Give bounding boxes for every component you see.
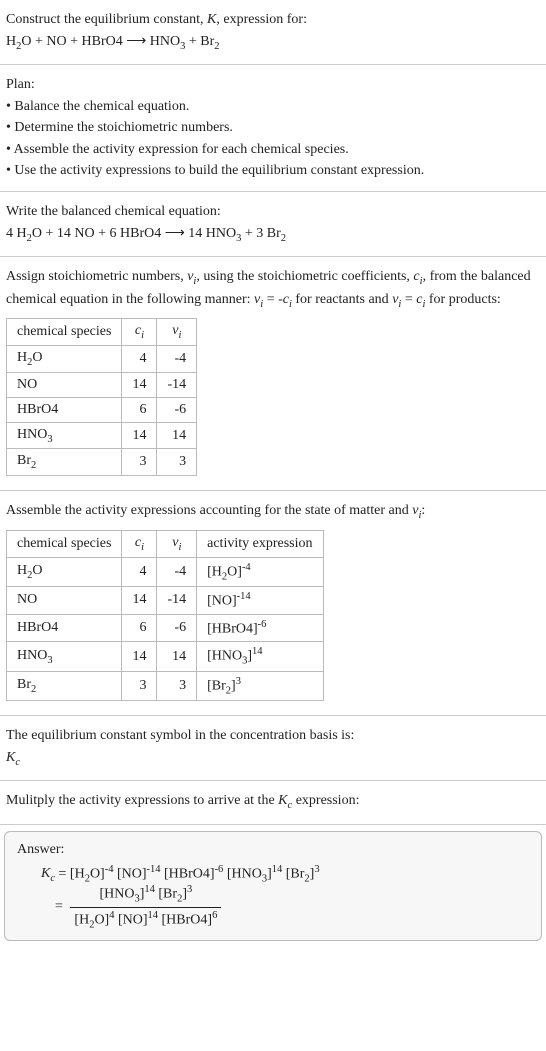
- cell-vi: -4: [157, 557, 197, 586]
- cell-ci: 4: [122, 557, 157, 586]
- cell-species: HBrO4: [7, 614, 122, 642]
- cell-vi: 14: [157, 642, 197, 671]
- stoich-header-ci: ci: [122, 319, 157, 346]
- cell-ci: 14: [122, 422, 157, 449]
- cell-species: NO: [7, 587, 122, 615]
- table-row: HNO3 14 14 [HNO3]14: [7, 642, 324, 671]
- answer-formula: Kc = [H2O]-4 [NO]-14 [HBrO4]-6 [HNO3]14 …: [17, 864, 529, 930]
- activity-section: Assemble the activity expressions accoun…: [0, 491, 546, 716]
- cell-vi: 14: [157, 422, 197, 449]
- cell-vi: -6: [157, 397, 197, 422]
- table-row: NO 14 -14: [7, 372, 197, 397]
- symbol-section: The equilibrium constant symbol in the c…: [0, 716, 546, 781]
- table-row: NO 14 -14 [NO]-14: [7, 587, 324, 615]
- multiply-heading: Mulitply the activity expressions to arr…: [6, 791, 540, 813]
- answer-line-1: Kc = [H2O]-4 [NO]-14 [HBrO4]-6 [HNO3]14 …: [41, 864, 529, 884]
- activity-header-vi: νi: [157, 530, 197, 557]
- symbol-heading: The equilibrium constant symbol in the c…: [6, 726, 540, 746]
- cell-vi: -14: [157, 372, 197, 397]
- plan-item-1: • Balance the chemical equation.: [6, 97, 540, 117]
- cell-ci: 14: [122, 587, 157, 615]
- table-row: HBrO4 6 -6 [HBrO4]-6: [7, 614, 324, 642]
- plan-section: Plan: • Balance the chemical equation. •…: [0, 65, 546, 192]
- intro-section: Construct the equilibrium constant, K, e…: [0, 0, 546, 65]
- intro-line-1: Construct the equilibrium constant, K, e…: [6, 10, 540, 30]
- answer-box: Answer: Kc = [H2O]-4 [NO]-14 [HBrO4]-6 […: [4, 831, 542, 941]
- cell-activity: [Br2]3: [197, 671, 323, 700]
- table-row: HBrO4 6 -6: [7, 397, 197, 422]
- cell-vi: -14: [157, 587, 197, 615]
- cell-species: H2O: [7, 345, 122, 372]
- activity-heading: Assemble the activity expressions accoun…: [6, 501, 540, 523]
- frac-numerator: [HNO3]14 [Br2]3: [70, 884, 221, 907]
- cell-ci: 4: [122, 345, 157, 372]
- multiply-section: Mulitply the activity expressions to arr…: [0, 781, 546, 824]
- answer-label: Answer:: [17, 842, 529, 858]
- balanced-equation: 4 H2O + 14 NO + 6 HBrO4 ⟶ 14 HNO3 + 3 Br…: [6, 224, 540, 246]
- answer-line-2: = [HNO3]14 [Br2]3 [H2O]4 [NO]14 [HBrO4]6: [41, 884, 529, 930]
- cell-activity: [HNO3]14: [197, 642, 323, 671]
- plan-item-4: • Use the activity expressions to build …: [6, 161, 540, 181]
- cell-vi: 3: [157, 671, 197, 700]
- plan-item-3: • Assemble the activity expression for e…: [6, 140, 540, 160]
- balanced-section: Write the balanced chemical equation: 4 …: [0, 192, 546, 257]
- kc-symbol: Kc: [6, 748, 540, 770]
- cell-species: H2O: [7, 557, 122, 586]
- unbalanced-equation: H2O + NO + HBrO4 ⟶ HNO3 + Br2: [6, 32, 540, 54]
- plan-item-2: • Determine the stoichiometric numbers.: [6, 118, 540, 138]
- table-row: HNO3 14 14: [7, 422, 197, 449]
- cell-activity: [H2O]-4: [197, 557, 323, 586]
- activity-header-species: chemical species: [7, 530, 122, 557]
- stoich-header-vi: νi: [157, 319, 197, 346]
- balanced-heading: Write the balanced chemical equation:: [6, 202, 540, 222]
- table-row: Br2 3 3: [7, 449, 197, 476]
- activity-header-expr: activity expression: [197, 530, 323, 557]
- stoich-table: chemical species ci νi H2O 4 -4 NO 14 -1…: [6, 318, 197, 476]
- cell-ci: 6: [122, 397, 157, 422]
- cell-species: Br2: [7, 671, 122, 700]
- plan-heading: Plan:: [6, 75, 540, 95]
- stoich-header-species: chemical species: [7, 319, 122, 346]
- cell-species: Br2: [7, 449, 122, 476]
- activity-header-ci: ci: [122, 530, 157, 557]
- cell-species: HNO3: [7, 422, 122, 449]
- cell-vi: -4: [157, 345, 197, 372]
- cell-species: HBrO4: [7, 397, 122, 422]
- table-row: H2O 4 -4: [7, 345, 197, 372]
- cell-ci: 3: [122, 449, 157, 476]
- cell-ci: 14: [122, 642, 157, 671]
- cell-vi: 3: [157, 449, 197, 476]
- cell-activity: [HBrO4]-6: [197, 614, 323, 642]
- stoich-section: Assign stoichiometric numbers, νi, using…: [0, 257, 546, 491]
- table-row: H2O 4 -4 [H2O]-4: [7, 557, 324, 586]
- stoich-heading: Assign stoichiometric numbers, νi, using…: [6, 267, 540, 312]
- cell-ci: 6: [122, 614, 157, 642]
- table-row: Br2 3 3 [Br2]3: [7, 671, 324, 700]
- cell-ci: 14: [122, 372, 157, 397]
- activity-table: chemical species ci νi activity expressi…: [6, 530, 324, 701]
- cell-activity: [NO]-14: [197, 587, 323, 615]
- cell-species: HNO3: [7, 642, 122, 671]
- cell-species: NO: [7, 372, 122, 397]
- cell-vi: -6: [157, 614, 197, 642]
- cell-ci: 3: [122, 671, 157, 700]
- frac-denominator: [H2O]4 [NO]14 [HBrO4]6: [70, 908, 221, 930]
